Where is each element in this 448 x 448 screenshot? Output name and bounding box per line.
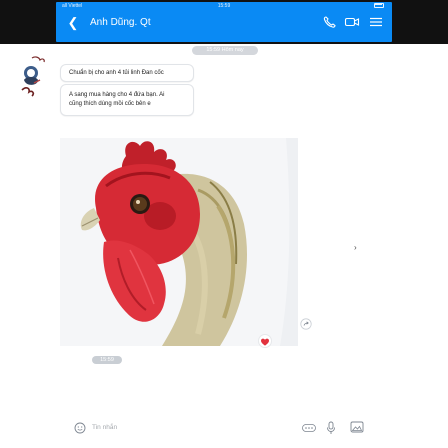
battery-level [375,4,383,5]
date-divider: 15:59 Hôm nay [192,46,258,55]
phone-icon[interactable] [322,15,338,29]
photo-message[interactable] [60,138,298,346]
rooster-photo [60,138,298,346]
video-icon[interactable] [344,15,360,29]
message-text: Chuẩn bị cho anh 4 tủi linh Đan cốc [69,70,164,76]
reaction-button[interactable] [258,334,272,348]
message-bubble[interactable]: A sang mua hàng cho 4 đứa bạn. Ai cũng t… [60,84,194,116]
sender-avatar[interactable] [20,56,56,106]
image-icon[interactable] [350,420,364,434]
more-dots-icon[interactable] [302,424,316,432]
chevron-right-icon[interactable]: › [354,244,362,252]
share-icon[interactable] [300,318,312,330]
chat-title[interactable]: Anh Dũng. Qt [90,17,151,28]
battery-icon [372,3,388,8]
heart-icon [261,338,269,346]
back-arrow-icon[interactable]: ❮ [66,16,80,30]
message-bubble[interactable]: Chuẩn bị cho anh 4 tủi linh Đan cốc [60,64,194,82]
chat-screen: all Viettel 15:59 ❮ Anh Dũng. Qt 15:59 H… [0,0,448,448]
message-input[interactable]: Tin nhắn [92,424,117,431]
hamburger-menu-icon[interactable] [368,15,384,29]
message-text-line: A sang mua hàng cho 4 đứa bạn. Ai [69,92,165,98]
photo-timestamp: 15:59 [92,356,122,364]
message-text-line: cũng thích dùng mồi cốc bên e [69,101,151,107]
emoji-icon[interactable] [74,422,86,434]
microphone-icon[interactable] [326,421,336,435]
